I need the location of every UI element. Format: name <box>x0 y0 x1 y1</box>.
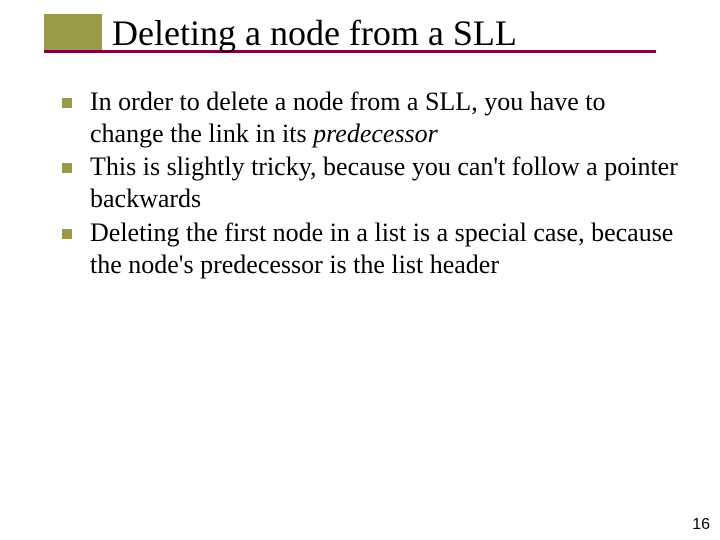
slide: Deleting a node from a SLL In order to d… <box>0 0 720 540</box>
slide-title: Deleting a node from a SLL <box>112 12 517 54</box>
bullet-text: Deleting the first node in a list is a s… <box>90 217 680 280</box>
title-accent-block <box>44 14 102 50</box>
bullet-text: In order to delete a node from a SLL, yo… <box>90 86 680 149</box>
list-item: In order to delete a node from a SLL, yo… <box>62 86 680 149</box>
list-item: This is slightly tricky, because you can… <box>62 151 680 214</box>
list-item: Deleting the first node in a list is a s… <box>62 217 680 280</box>
bullet-icon <box>62 98 72 108</box>
bullet-icon <box>62 163 72 173</box>
page-number: 16 <box>692 516 710 534</box>
body-content: In order to delete a node from a SLL, yo… <box>62 86 680 282</box>
bullet-icon <box>62 229 72 239</box>
bullet-text: This is slightly tricky, because you can… <box>90 151 680 214</box>
